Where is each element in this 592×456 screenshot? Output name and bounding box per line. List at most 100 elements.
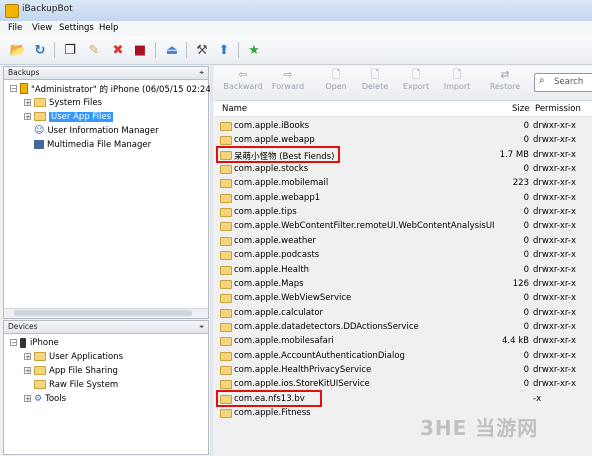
tree-item-raw-file-system[interactable]: Raw File System: [34, 378, 118, 391]
menu-file[interactable]: File: [8, 23, 22, 33]
column-size[interactable]: Size: [512, 104, 529, 114]
file-size: 0: [523, 121, 529, 131]
menu-help[interactable]: Help: [99, 23, 118, 33]
menu-view[interactable]: View: [32, 23, 52, 33]
file-permission: drwxr-xr-x: [533, 164, 576, 175]
iphone-icon: [20, 337, 26, 348]
tree-item-app-file-sharing[interactable]: + App File Sharing: [24, 364, 118, 377]
file-name: com.apple.mobilemail: [234, 178, 329, 189]
file-permission: drwxr-xr-x: [533, 221, 576, 232]
export-icon[interactable]: ■: [130, 40, 150, 60]
export-button[interactable]: 🗋 Export: [400, 68, 432, 91]
file-name: com.apple.Health: [234, 264, 310, 275]
table-row[interactable]: com.apple.calculator 0 drwxr-xr-x: [214, 306, 592, 320]
table-row[interactable]: com.apple.stocks 0 drwxr-xr-x: [214, 162, 592, 176]
tree-item-tools[interactable]: + ⚙ Tools: [24, 392, 66, 405]
star-icon[interactable]: ★: [244, 40, 264, 60]
file-size: 223: [512, 178, 529, 189]
pin-icon[interactable]: ⌖: [199, 321, 204, 333]
table-row[interactable]: com.apple.Maps 126 drwxr-xr-x: [214, 277, 592, 291]
folder-icon: [220, 193, 232, 203]
tree-item-system-files[interactable]: + System Files: [24, 96, 102, 109]
copy-icon[interactable]: ❐: [60, 40, 80, 60]
file-name: com.apple.weather: [234, 235, 316, 246]
backward-button[interactable]: ⇦ Backward: [222, 68, 264, 91]
folder-icon: [220, 365, 232, 375]
folder-icon: [220, 409, 232, 418]
table-row[interactable]: com.apple.webapp1 0 drwxr-xr-x: [214, 191, 592, 205]
folder-icon: [34, 352, 46, 361]
folder-icon: [220, 136, 232, 146]
file-name: com.apple.Maps: [234, 278, 304, 289]
menu-settings[interactable]: Settings: [59, 23, 94, 33]
tree-item-user-app-files[interactable]: + User App Files: [24, 110, 114, 123]
file-permission: drwxr-xr-x: [533, 207, 576, 218]
file-name: com.apple.stocks: [234, 164, 309, 175]
delete-doc-icon: 🗋: [370, 68, 380, 81]
folder-icon: [220, 179, 232, 189]
table-row[interactable]: com.apple.Health 0 drwxr-xr-x: [214, 263, 592, 277]
watermark: 3HE 当游网: [420, 416, 539, 440]
delete-icon[interactable]: ✖: [108, 40, 128, 60]
table-row[interactable]: com.apple.WebViewService 0 drwxr-xr-x: [214, 291, 592, 305]
column-name[interactable]: Name: [222, 104, 247, 114]
file-size: 0: [523, 235, 529, 246]
file-size: 1.7 MB: [499, 149, 529, 160]
table-row[interactable]: com.apple.tips 0 drwxr-xr-x: [214, 205, 592, 219]
tree-item-multimedia-file-manager[interactable]: Multimedia File Manager: [34, 138, 151, 151]
table-row[interactable]: com.apple.datadetectors.DDActionsService…: [214, 320, 592, 334]
file-size: 0: [523, 135, 529, 146]
refresh-icon[interactable]: ↻: [30, 40, 50, 60]
pin-icon[interactable]: ⌖: [199, 67, 204, 79]
file-permission: drwxr-xr-x: [533, 321, 576, 332]
restore-button[interactable]: ⇄ Restore: [488, 68, 522, 91]
tree-item-iphone[interactable]: − iPhone: [10, 336, 59, 349]
tools-icon[interactable]: ⚒: [192, 40, 212, 60]
user-icon: ☺: [34, 125, 45, 136]
table-row[interactable]: com.apple.WebContentFilter.remoteUI.WebC…: [214, 219, 592, 233]
delete-button[interactable]: 🗋 Delete: [359, 68, 391, 91]
tree-item-backup-root[interactable]: − "Administrator" 的 iPhone (06/05/15 02:…: [10, 82, 211, 95]
eject-icon[interactable]: ⏏: [162, 40, 182, 60]
main-toolbar: 📂 ↻ ❐ ✎ ✖ ■ ⏏ ⚒ ⬆ ★: [0, 36, 592, 65]
table-row[interactable]: com.apple.HealthPrivacyService 0 drwxr-xr-…: [214, 363, 592, 377]
table-row[interactable]: com.apple.AccountAuthenticationDialog 0 dr…: [214, 349, 592, 363]
file-name: com.apple.WebContentFilter.remoteUI.WebC…: [234, 221, 495, 232]
file-size: 0: [523, 221, 529, 232]
folder-icon: [34, 380, 46, 389]
table-row[interactable]: com.apple.mobilemail 223 drwxr-xr-x: [214, 176, 592, 190]
table-row[interactable]: com.apple.weather 0 drwxr-xr-x: [214, 234, 592, 248]
phone-backup-icon: [20, 83, 28, 94]
column-permission[interactable]: Permission: [535, 104, 581, 114]
file-size: 4.4 kB: [502, 336, 529, 347]
tree-item-user-applications[interactable]: + User Applications: [24, 350, 123, 363]
file-size: 0: [523, 350, 529, 361]
import-button[interactable]: 🗋 Import: [440, 68, 474, 91]
file-permission: drwxr-xr-x: [533, 379, 576, 390]
file-permission: drwxr-xr-x: [533, 278, 576, 289]
horizontal-scrollbar[interactable]: [4, 308, 208, 318]
search-input[interactable]: ⌕ Search: [534, 73, 592, 92]
open-button[interactable]: 🗋 Open: [322, 68, 350, 91]
open-folder-icon[interactable]: 📂: [8, 40, 28, 60]
file-permission: drwxr-xr-x: [533, 121, 576, 131]
file-size: 0: [523, 250, 529, 261]
folder-icon: [220, 251, 232, 261]
table-row[interactable]: com.apple.podcasts 0 drwxr-xr-x: [214, 248, 592, 262]
backups-header: Backups ⌖: [3, 66, 209, 80]
folder-icon: [34, 112, 46, 121]
file-name: com.apple.datadetectors.DDActionsService: [234, 321, 419, 332]
tree-item-user-information-manager[interactable]: ☺ User Information Manager: [34, 124, 159, 137]
file-permission: -x: [533, 393, 542, 404]
forward-button[interactable]: ⇨ Forward: [268, 68, 308, 91]
table-row[interactable]: com.apple.iBooks 0 drwxr-xr-x: [214, 119, 592, 133]
import-icon: 🗋: [452, 68, 462, 81]
table-row[interactable]: com.apple.mobilesafari 4.4 kB drwxr-xr-x: [214, 334, 592, 348]
upload-icon[interactable]: ⬆: [214, 40, 234, 60]
file-size: 0: [523, 321, 529, 332]
arrow-left-icon: ⇦: [238, 68, 248, 81]
menu-bar: File View Settings Help: [0, 21, 592, 37]
clean-icon[interactable]: ✎: [84, 40, 104, 60]
title-bar: iBackupBot: [0, 0, 592, 22]
pane-splitter[interactable]: [210, 66, 213, 456]
